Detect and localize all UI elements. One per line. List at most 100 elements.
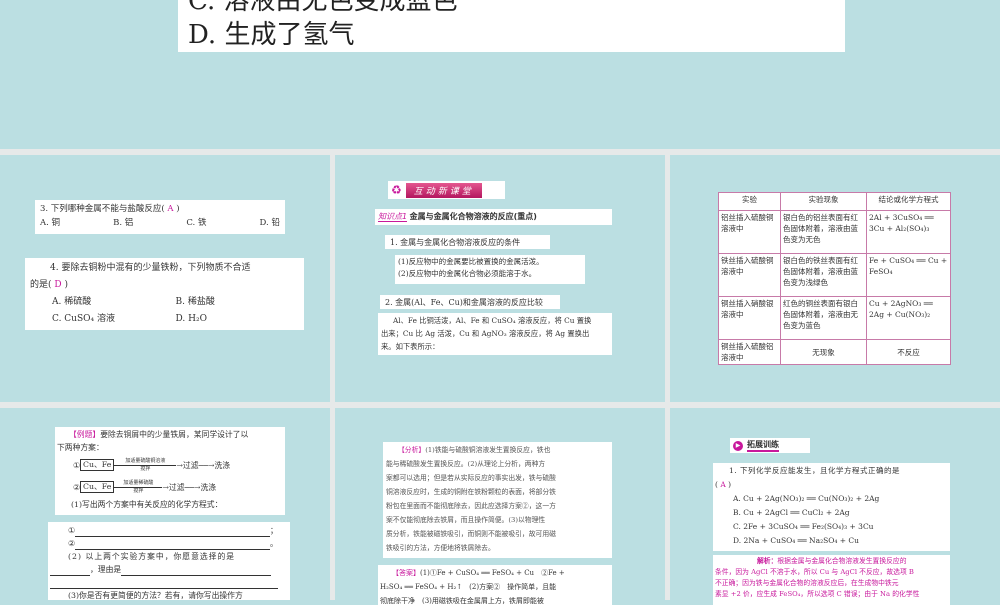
question-stem: 1. 下列化学反应能发生，且化学方程式正确的是 xyxy=(729,466,901,475)
punct: 。 xyxy=(270,539,278,548)
paragraph-line: 来。如下表所示： xyxy=(381,342,440,351)
section-banner: ▶ 拓展训练 xyxy=(730,438,810,453)
arrow-label-above: 加适量硫酸铜溶液 xyxy=(114,458,177,466)
question-4: 4. 要除去铜粉中混有的少量铁粉，下列物质不合适 的是( D ) A. 稀硫酸 B… xyxy=(25,258,304,330)
answer-blank[interactable] xyxy=(50,566,90,576)
answer-line: (1)①Fe + CuSO₄ ══ FeSO₄ + Cu ②Fe + xyxy=(420,569,565,577)
table-cell: 银白色的铝丝表面有红色固体附着，溶液由蓝色变为无色 xyxy=(780,210,867,254)
table-cell: 不反应 xyxy=(866,339,951,365)
paragraph-line: Al、Fe 比铜活泼，Al、Fe 和 CuSO₄ 溶液反应，将 Cu 置换 xyxy=(393,316,592,325)
plan-box: Cu、Fe xyxy=(80,481,115,493)
top-slide-card: C. 溶液由无色变成蓝色 D. 生成了氢气 xyxy=(178,0,845,52)
option: A. 铜 xyxy=(40,218,61,228)
option: B. 铝 xyxy=(113,218,134,228)
table-cell: 银白色的铁丝表面有红色固体附着，溶液由蓝色变为浅绿色 xyxy=(780,253,867,297)
analysis-line: 案都可以选用；但是若从实际反应的事实出发，铁与硫酸 xyxy=(386,474,556,482)
question-stem-2: 的是( xyxy=(30,280,52,290)
answer-line: H₂SO₄ ══ FeSO₄ + H₂↑ (2)方案② 操作简单，且能 xyxy=(380,583,557,591)
table-row: 铁丝插入硫酸铜溶液中 银白色的铁丝表面有红色固体附着，溶液由蓝色变为浅绿色 Fe +… xyxy=(718,253,951,297)
analysis-line: 铜溶液反应时，生成的铜附在铁粉颗粒的表面，将部分铁 xyxy=(386,488,556,496)
plan-box: Cu、Fe xyxy=(80,459,115,471)
sub-question-1: (1)写出两个方案中有关反应的化学方程式： xyxy=(71,500,223,509)
plan-2: ② Cu、Fe 加适量稀硫酸 搅拌 →过滤──→洗涤 xyxy=(57,476,283,498)
arrow-label-above: 加适量稀硫酸 xyxy=(114,480,163,488)
condition-2: (2)反应物中的金属化合物必须能溶于水。 xyxy=(398,269,537,278)
conditions: (1)反应物中的金属要比被置换的金属活泼。 (2)反应物中的金属化合物必须能溶于… xyxy=(395,255,585,284)
table-cell: 无现象 xyxy=(780,339,867,365)
analysis-line: 能与稀硫酸发生置换反应。(2)从理论上分析，两种方 xyxy=(386,460,546,468)
paren: ) xyxy=(176,204,180,214)
answer-blank[interactable] xyxy=(50,579,278,589)
answer-blank[interactable] xyxy=(121,566,272,576)
question-stem: 3. 下列哪种金属不能与盐酸反应( xyxy=(40,204,165,214)
analysis-tag: 【分析】 xyxy=(398,446,426,454)
section-banner: ♻ 互动新课堂 xyxy=(388,181,505,199)
example-intro-2: 下两种方案： xyxy=(57,443,104,452)
option: A. 稀硫酸 xyxy=(52,297,92,307)
table-cell: Cu + 2AgNO₃ ══ 2Ag + Cu(NO₃)₂ xyxy=(866,296,951,340)
recycle-icon: ♻ xyxy=(391,183,402,197)
question-3: 3. 下列哪种金属不能与盐酸反应( A ) A. 铜 B. 铝 C. 铁 D. 铅 xyxy=(35,200,285,234)
paren: ) xyxy=(64,280,68,290)
answer: A xyxy=(167,204,174,214)
explanation-line: 根据金属与金属化合物溶液发生置换反应的 xyxy=(777,557,907,565)
answer-blanks: ① ； ② 。 (2) 以上两个实验方案中，你愿意选择的是 ，理由是 (3)你是否有… xyxy=(48,522,290,600)
knowledge-tag: 知识点1 xyxy=(378,212,408,222)
option: C. 铁 xyxy=(186,218,207,228)
banner-title: 互动新课堂 xyxy=(405,182,482,198)
option: D. H₂O xyxy=(175,314,207,324)
table-row: 铜丝插入硫酸铝溶液中 无现象 不反应 xyxy=(718,339,951,365)
option: B. Cu + 2AgCl ══ CuCl₂ + 2Ag xyxy=(733,508,850,517)
analysis-box: 【分析】(1)铁能与硫酸铜溶液发生置换反应，铁也 能与稀硫酸发生置换反应。(2)… xyxy=(383,442,612,558)
separator xyxy=(330,149,335,600)
plan-steps: →过滤──→洗涤 xyxy=(176,460,231,470)
arrow-label-below: 搅拌 xyxy=(133,487,144,494)
answer: A xyxy=(720,480,726,489)
plan-1: ① Cu、Fe 加适量硫酸铜溶液 搅拌 →过滤──→洗涤 xyxy=(57,454,283,476)
analysis-line: 粉包在里面而不能彻底除去，因此应选择方案②，这一方 xyxy=(386,502,556,510)
paren: ( xyxy=(715,480,718,489)
separator xyxy=(0,149,1000,155)
answer-blank[interactable] xyxy=(75,540,270,550)
question-stem: 4. 要除去铜粉中混有的少量铁粉，下列物质不合适 xyxy=(50,263,251,273)
paren: ) xyxy=(728,480,732,489)
separator xyxy=(665,149,670,600)
option-d: D. 生成了氢气 xyxy=(188,20,355,50)
play-icon: ▶ xyxy=(733,440,743,451)
explanation-box: 解析：根据金属与金属化合物溶液发生置换反应的 条件，因为 AgCl 不溶于水，所… xyxy=(713,555,950,605)
option: B. 稀盐酸 xyxy=(175,297,215,307)
example-problem: 【例题】要除去铜屑中的少量铁屑，某同学设计了以 下两种方案： ① Cu、Fe 加… xyxy=(55,427,285,515)
paragraph-line: 出来；Cu 比 Ag 活泼，Cu 和 AgNO₃ 溶液反应，将 Ag 置换出 xyxy=(381,329,590,338)
arrow-label-below: 搅拌 xyxy=(140,465,151,472)
explanation-line: 条件，因为 AgCl 不溶于水，所以 Cu 与 AgCl 不反应，故选项 B xyxy=(715,568,914,576)
table-cell: 2Al + 3CuSO₄ ══ 3Cu + Al₂(SO₄)₃ xyxy=(866,210,951,254)
table-cell: 铁丝插入硫酸铜溶液中 xyxy=(718,253,781,297)
reason-label: ，理由是 xyxy=(90,565,122,574)
analysis-line: 铁吸引的方法，方便地将铁屑除去。 xyxy=(386,544,495,552)
comparison-paragraph: Al、Fe 比铜活泼，Al、Fe 和 CuSO₄ 溶液反应，将 Cu 置换 出来… xyxy=(378,313,612,355)
explanation-line: 不正确；因为铁与金属化合物的溶液反应后，在生成物中铁元 xyxy=(715,579,899,587)
knowledge-point-heading: 知识点1 金属与金属化合物溶液的反应(重点) xyxy=(375,209,612,225)
analysis-line: 案不仅能彻底除去铁屑，而且操作简便。(3)以物理性 xyxy=(386,516,546,524)
option: C. 2Fe + 3CuSO₄ ══ Fe₂(SO₄)₃ + 3Cu xyxy=(733,522,874,531)
answer-blank[interactable] xyxy=(75,527,270,537)
table-row: 铝丝插入硫酸铜溶液中 银白色的铝丝表面有红色固体附着，溶液由蓝色变为无色 2Al +… xyxy=(718,210,951,254)
sub-question-3: (3)你是否有更简便的方法？若有，请你写出操作方 xyxy=(68,591,243,600)
plan-number: ① xyxy=(73,460,80,470)
table-header: 结论或化学方程式 xyxy=(866,192,951,211)
answer-box: 【答案】(1)①Fe + CuSO₄ ══ FeSO₄ + Cu ②Fe + H… xyxy=(378,565,612,605)
option: A. Cu + 2Ag(NO₃)₂ ══ Cu(NO₃)₂ + 2Ag xyxy=(733,494,880,503)
analysis-line: (1)铁能与硫酸铜溶液发生置换反应，铁也 xyxy=(425,446,551,454)
experiment-table: 实验 实验现象 结论或化学方程式 铝丝插入硫酸铜溶液中 银白色的铝丝表面有红色固体附着… xyxy=(718,192,951,365)
table-cell: Fe + CuSO₄ ══ Cu + FeSO₄ xyxy=(866,253,951,297)
example-intro: 要除去铜屑中的少量铁屑，某同学设计了以 xyxy=(100,430,249,439)
table-cell: 红色的铜丝表面有银白色固体附着，溶液由无色变为蓝色 xyxy=(780,296,867,340)
table-cell: 铝丝插入硫酸铜溶液中 xyxy=(718,210,781,254)
answer-tag: 【答案】 xyxy=(392,569,420,577)
heading-2: 2. 金属(Al、Fe、Cu)和金属溶液的反应比较 xyxy=(380,295,560,309)
answer: D xyxy=(54,280,62,290)
explanation-tag: 解析： xyxy=(757,557,778,565)
option: D. 2Na + CuSO₄ ══ Na₂SO₄ + Cu xyxy=(733,536,859,545)
table-cell: 铜丝插入硫酸铝溶液中 xyxy=(718,339,781,365)
banner-title: 拓展训练 xyxy=(747,439,779,452)
